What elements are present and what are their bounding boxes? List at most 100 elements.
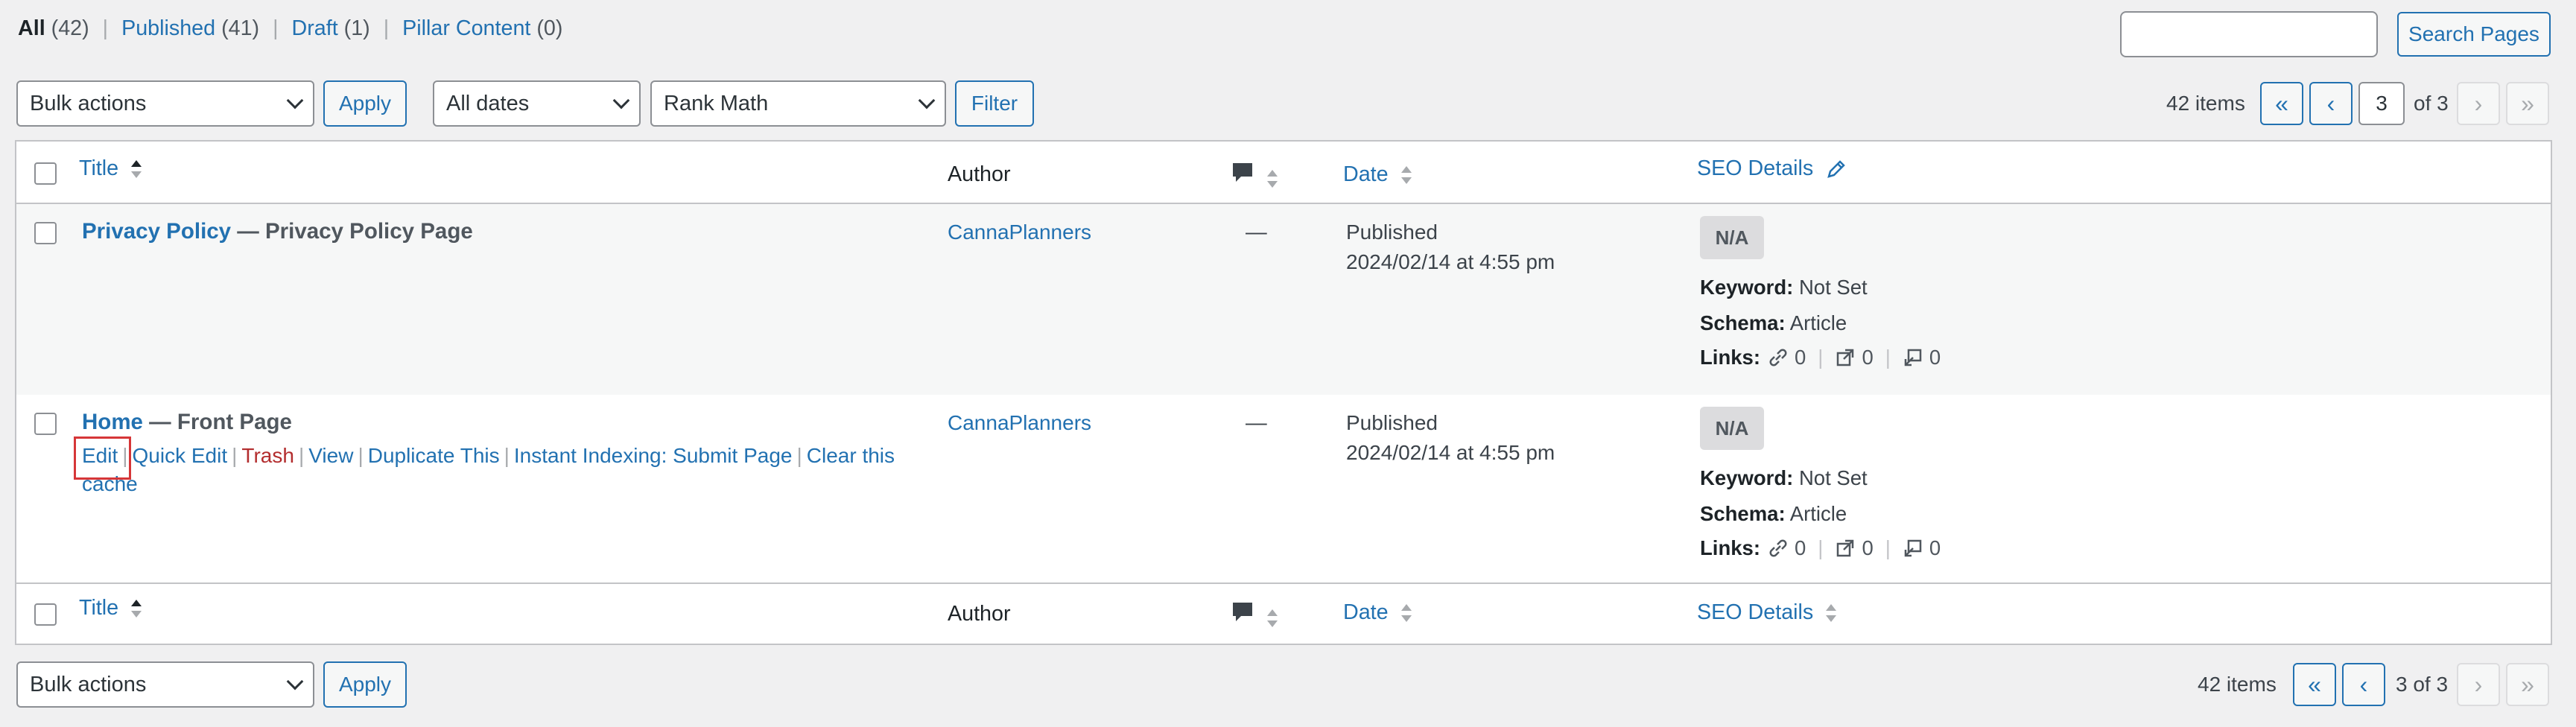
first-page-button-bottom[interactable]: «	[2293, 663, 2336, 706]
incoming-link-icon	[1904, 349, 1922, 366]
items-count-bottom: 42 items	[2198, 673, 2277, 696]
links-label: Links:	[1700, 536, 1760, 559]
current-page-input[interactable]: 3	[2358, 82, 2405, 125]
table-footer: Title Author Date SEO Details	[16, 582, 2551, 644]
column-seo-header[interactable]: SEO Details	[1697, 156, 1847, 181]
status-filters: All (42) | Published (41) | Draft (1) | …	[18, 16, 562, 41]
row-checkbox[interactable]	[34, 222, 57, 244]
items-count-top: 42 items	[2166, 92, 2245, 115]
column-title-header[interactable]: Title	[79, 156, 142, 181]
prev-page-button-bottom[interactable]: ‹	[2342, 663, 2385, 706]
keyword-label: Keyword:	[1700, 276, 1794, 299]
column-comments-footer[interactable]	[1231, 600, 1278, 630]
first-page-button[interactable]: «	[2260, 82, 2303, 125]
page-title-link[interactable]: Privacy Policy	[82, 219, 231, 244]
seo-links: Links: 0 | 0 | 0	[1700, 346, 1941, 369]
table-row: Home — Front Page Edit | Quick Edit | Trash |…	[16, 395, 2551, 585]
column-seo-footer[interactable]: SEO Details	[1697, 600, 1837, 625]
seo-schema: Schema: Article	[1700, 311, 1847, 335]
edit-highlight-box	[74, 436, 131, 480]
chevron-down-icon	[612, 92, 630, 109]
column-title-label: Title	[79, 156, 119, 180]
separator: |	[1818, 346, 1824, 369]
prev-page-button[interactable]: ‹	[2309, 82, 2353, 125]
filter-draft[interactable]: Draft	[292, 16, 338, 40]
bulk-actions-select-bottom[interactable]: Bulk actions	[16, 661, 314, 708]
trash-link[interactable]: Trash	[241, 444, 294, 467]
incoming-links-count: 0	[1929, 536, 1941, 559]
schema-label: Schema:	[1700, 311, 1786, 334]
view-link[interactable]: View	[308, 444, 353, 467]
dates-label: All dates	[446, 91, 530, 115]
seo-links: Links: 0 | 0 | 0	[1700, 536, 1941, 560]
row-title-cell: Privacy Policy — Privacy Policy Page	[82, 219, 473, 244]
schema-label: Schema:	[1700, 502, 1786, 525]
separator: |	[102, 16, 109, 40]
separator: |	[1818, 536, 1824, 559]
row-checkbox[interactable]	[34, 413, 57, 435]
filter-all[interactable]: All	[18, 16, 45, 40]
row-title-cell: Home — Front Page	[82, 410, 292, 435]
pages-table: Title Author Date SEO Details Privacy Po…	[15, 140, 2552, 645]
external-links-count: 0	[1862, 346, 1874, 369]
pages-label-bottom: 3 of 3	[2396, 673, 2449, 696]
next-page-button: ›	[2457, 82, 2500, 125]
separator: |	[358, 444, 364, 467]
select-all-checkbox-footer[interactable]	[34, 603, 57, 626]
bulk-actions-label: Bulk actions	[30, 91, 147, 115]
apply-button-bottom[interactable]: Apply	[323, 661, 407, 708]
post-date: 2024/02/14 at 4:55 pm	[1346, 441, 1555, 464]
separator: |	[273, 16, 279, 40]
separator: |	[383, 16, 390, 40]
seo-filter-select[interactable]: Rank Math	[650, 80, 946, 127]
internal-links-count: 0	[1794, 536, 1806, 559]
search-pages-button[interactable]: Search Pages	[2397, 12, 2551, 57]
post-date: 2024/02/14 at 4:55 pm	[1346, 250, 1555, 273]
clear-cache-link[interactable]: Clear this	[807, 444, 895, 467]
sort-asc-icon	[131, 600, 142, 618]
bulk-actions-label: Bulk actions	[30, 672, 147, 696]
keyword-value: Not Set	[1798, 466, 1868, 489]
filter-published[interactable]: Published	[121, 16, 215, 40]
incoming-link-icon	[1904, 539, 1922, 557]
post-status: Published	[1346, 220, 1438, 244]
apply-button-top[interactable]: Apply	[323, 80, 407, 127]
quick-edit-link[interactable]: Quick Edit	[133, 444, 228, 467]
sort-icon	[1400, 166, 1412, 185]
seo-schema: Schema: Article	[1700, 502, 1847, 526]
total-pages-label: of 3	[2414, 92, 2449, 115]
filter-button[interactable]: Filter	[955, 80, 1034, 127]
pencil-icon[interactable]	[1825, 158, 1847, 180]
search-input[interactable]	[2120, 11, 2378, 57]
external-links-count: 0	[1862, 536, 1874, 559]
external-link-icon	[1837, 349, 1854, 366]
column-comments-header[interactable]	[1231, 161, 1278, 191]
select-all-checkbox[interactable]	[34, 162, 57, 185]
bulk-actions-select-top[interactable]: Bulk actions	[16, 80, 314, 127]
column-date-header[interactable]: Date	[1343, 162, 1412, 187]
author-link[interactable]: CannaPlanners	[948, 411, 1091, 435]
column-author-header: Author	[948, 162, 1011, 186]
incoming-links-count: 0	[1929, 346, 1941, 369]
page-title-link[interactable]: Home	[82, 410, 143, 434]
sort-icon	[1400, 604, 1412, 623]
table-row: Privacy Policy — Privacy Policy Page Can…	[16, 204, 2551, 395]
page-state: — Front Page	[142, 410, 292, 434]
link-icon	[1769, 539, 1787, 557]
separator: |	[232, 444, 238, 467]
filter-pillar-content[interactable]: Pillar Content	[402, 16, 530, 40]
sort-icon	[1266, 609, 1278, 628]
dates-select[interactable]: All dates	[433, 80, 641, 127]
internal-links-count: 0	[1794, 346, 1806, 369]
duplicate-link[interactable]: Duplicate This	[368, 444, 500, 467]
chevron-down-icon	[286, 673, 304, 691]
column-seo-label: SEO Details	[1697, 156, 1814, 180]
column-date-footer[interactable]: Date	[1343, 600, 1412, 625]
instant-indexing-link[interactable]: Instant Indexing: Submit Page	[514, 444, 793, 467]
column-title-footer[interactable]: Title	[79, 596, 142, 620]
author-link[interactable]: CannaPlanners	[948, 220, 1091, 244]
separator: |	[796, 444, 802, 467]
separator: |	[1885, 536, 1891, 559]
schema-value: Article	[1789, 311, 1847, 334]
column-seo-label: SEO Details	[1697, 600, 1814, 624]
